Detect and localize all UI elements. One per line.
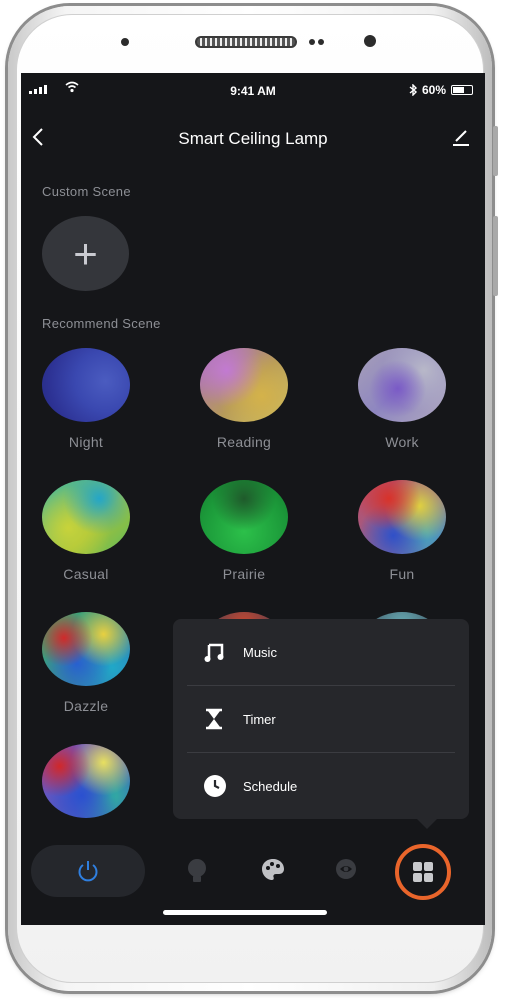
scene-fun[interactable]: Fun [358,480,446,582]
battery-icon [451,85,473,95]
power-icon [78,861,98,882]
custom-scene-heading: Custom Scene [42,184,131,199]
scene-night-swatch [42,348,130,422]
earpiece-speaker [195,36,297,48]
scene-prairie[interactable]: Prairie [200,480,288,582]
tab-power[interactable] [31,845,145,897]
scene-row-4-1[interactable] [42,744,130,818]
battery-percent: 60% [421,83,446,97]
side-button-bottom [493,216,498,296]
scene-night[interactable]: Night [42,348,130,450]
scene-prairie-swatch [200,480,288,554]
page-title: Smart Ceiling Lamp [178,129,328,148]
scene-fun-label: Fun [389,566,415,582]
add-scene-button[interactable]: + [42,216,129,291]
scene-work-label: Work [385,434,419,450]
recommend-scene-heading: Recommend Scene [42,316,161,331]
popup-pointer [417,819,437,829]
scene-reading[interactable]: Reading [200,348,288,450]
scene-fun-swatch [358,480,446,554]
menu-item-schedule-label: Schedule [243,778,298,794]
scene-work[interactable]: Work [358,348,446,450]
status-bar: 9:41 AM 60% [21,73,485,109]
scene-prairie-label: Prairie [222,566,266,582]
edit-button[interactable] [451,127,471,152]
plus-icon: + [73,229,98,277]
side-button-top [493,126,498,176]
bluetooth-icon [409,84,417,96]
music-note-icon [204,643,224,662]
scene-row-4-1-swatch [42,744,130,818]
bulb-icon[interactable] [185,857,209,885]
front-sensor [121,38,129,46]
front-camera [364,35,376,47]
scene-night-label: Night [68,434,104,450]
palette-icon[interactable] [260,857,286,883]
menu-item-timer-label: Timer [243,711,276,727]
sensor-dot-2 [318,39,324,45]
scene-reading-swatch [200,348,288,422]
menu-item-music[interactable]: Music [173,619,469,685]
eye-icon[interactable] [334,857,358,881]
scene-casual[interactable]: Casual [42,480,130,582]
menu-item-music-label: Music [243,644,277,660]
clock-icon [204,775,226,797]
scene-dazzle[interactable]: Dazzle [42,612,130,714]
scene-casual-swatch [42,480,130,554]
more-menu-popup: Music Timer Schedule [173,619,469,829]
hourglass-icon [206,708,222,730]
grid-icon [413,862,433,882]
pencil-icon [453,130,469,146]
menu-item-schedule[interactable]: Schedule [173,753,469,819]
scene-dazzle-swatch [42,612,130,686]
menu-item-timer[interactable]: Timer [173,686,469,752]
scene-work-swatch [358,348,446,422]
app-screen: 9:41 AM 60% Smart Ceiling Lamp Custom Sc… [21,73,485,925]
app-header: Smart Ceiling Lamp [21,121,485,157]
sensor-dot-1 [309,39,315,45]
scene-dazzle-label: Dazzle [63,698,109,714]
scene-reading-label: Reading [216,434,272,450]
scene-casual-label: Casual [63,566,109,582]
home-indicator[interactable] [163,910,327,915]
